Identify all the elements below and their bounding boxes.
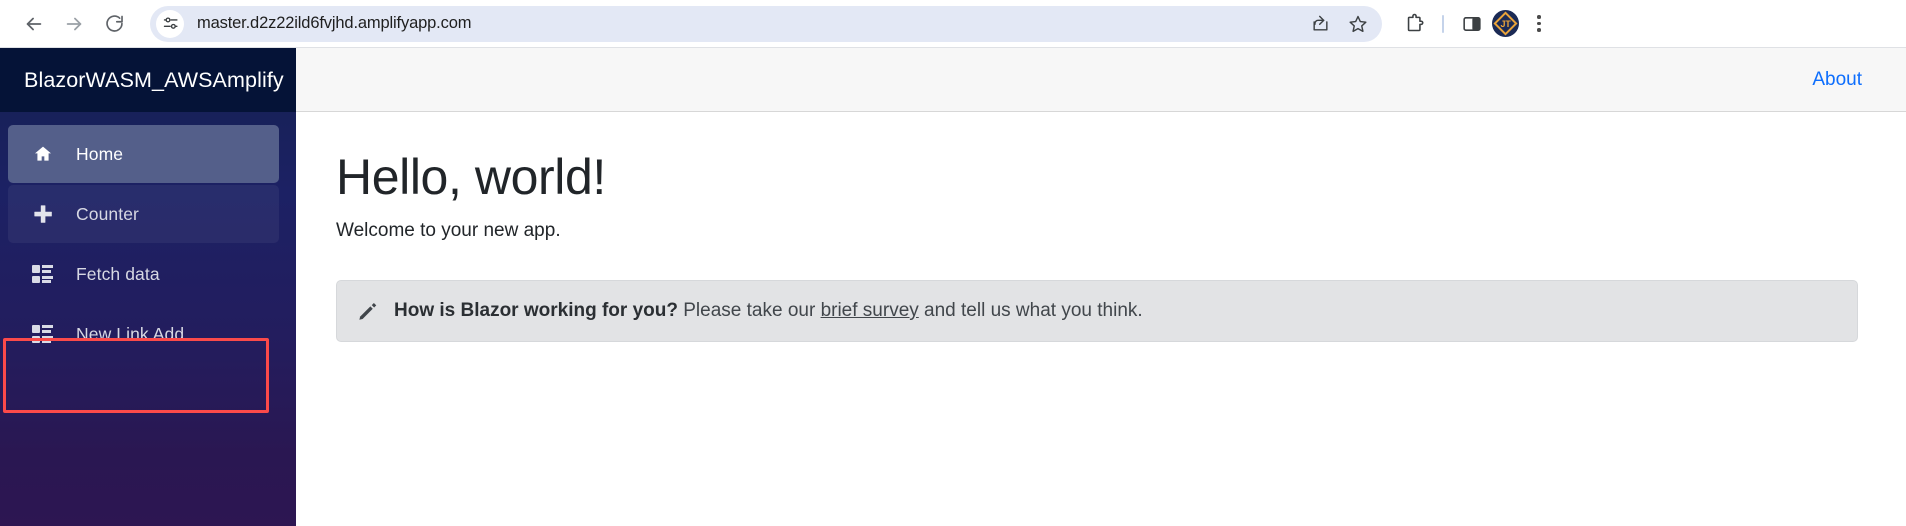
profile-avatar[interactable]: JT — [1492, 10, 1519, 37]
page-title: Hello, world! — [336, 149, 606, 205]
side-panel-icon[interactable] — [1454, 6, 1490, 42]
plus-icon — [32, 203, 58, 225]
brand-header[interactable]: BlazorWASM_AWSAmplify — [0, 48, 296, 112]
forward-button[interactable] — [54, 4, 94, 44]
page-body: BlazorWASM_AWSAmplify Home Counter Fetch… — [0, 48, 1906, 526]
sidebar-nav: Home Counter Fetch data New Link Add — [0, 112, 296, 364]
sidebar-item-fetch-data[interactable]: Fetch data — [8, 245, 279, 303]
home-icon — [32, 144, 58, 164]
chrome-menu-icon[interactable] — [1521, 6, 1557, 42]
browser-toolbar-right: JT — [1388, 6, 1557, 42]
bookmark-star-icon[interactable] — [1342, 8, 1374, 40]
share-icon[interactable] — [1304, 8, 1336, 40]
address-bar[interactable]: master.d2z22ild6fvjhd.amplifyapp.com — [150, 5, 1382, 42]
brand-title: BlazorWASM_AWSAmplify — [24, 67, 284, 92]
avatar-initials: JT — [1500, 18, 1511, 29]
sidebar-item-new-link-add[interactable]: New Link Add — [8, 305, 279, 363]
reload-button[interactable] — [94, 4, 134, 44]
welcome-text: Welcome to your new app. — [336, 220, 561, 241]
sidebar-item-counter[interactable]: Counter — [8, 185, 279, 243]
sidebar-item-label: New Link Add — [76, 323, 185, 344]
sidebar-item-label: Home — [76, 143, 124, 164]
extensions-puzzle-icon[interactable] — [1396, 6, 1432, 42]
brief-survey-link[interactable]: brief survey — [821, 300, 919, 321]
sidebar-item-home[interactable]: Home — [8, 125, 279, 183]
sidebar: BlazorWASM_AWSAmplify Home Counter Fetch… — [0, 48, 296, 526]
main-content: Hello, world! Welcome to your new app. H… — [296, 112, 1906, 526]
site-info-icon[interactable] — [156, 9, 184, 38]
sidebar-item-label: Counter — [76, 203, 139, 224]
survey-alert: How is Blazor working for you? Please ta… — [336, 280, 1858, 342]
url-text: master.d2z22ild6fvjhd.amplifyapp.com — [197, 14, 472, 32]
back-button[interactable] — [14, 4, 54, 44]
survey-alert-tail: and tell us what you think. — [918, 300, 1143, 321]
pencil-icon — [357, 300, 379, 322]
main-column: About Hello, world! Welcome to your new … — [296, 48, 1906, 526]
toolbar-divider — [1442, 14, 1444, 33]
browser-chrome: master.d2z22ild6fvjhd.amplifyapp.com JT — [0, 0, 1906, 48]
survey-alert-text: How is Blazor working for you? Please ta… — [394, 298, 1143, 324]
survey-alert-bold: How is Blazor working for you? — [394, 300, 678, 321]
top-row: About — [296, 48, 1906, 112]
sidebar-item-label: Fetch data — [76, 263, 160, 284]
list-icon — [32, 265, 58, 283]
survey-alert-middle: Please take our — [677, 300, 821, 321]
about-link[interactable]: About — [1812, 69, 1862, 91]
list-icon — [32, 325, 58, 343]
